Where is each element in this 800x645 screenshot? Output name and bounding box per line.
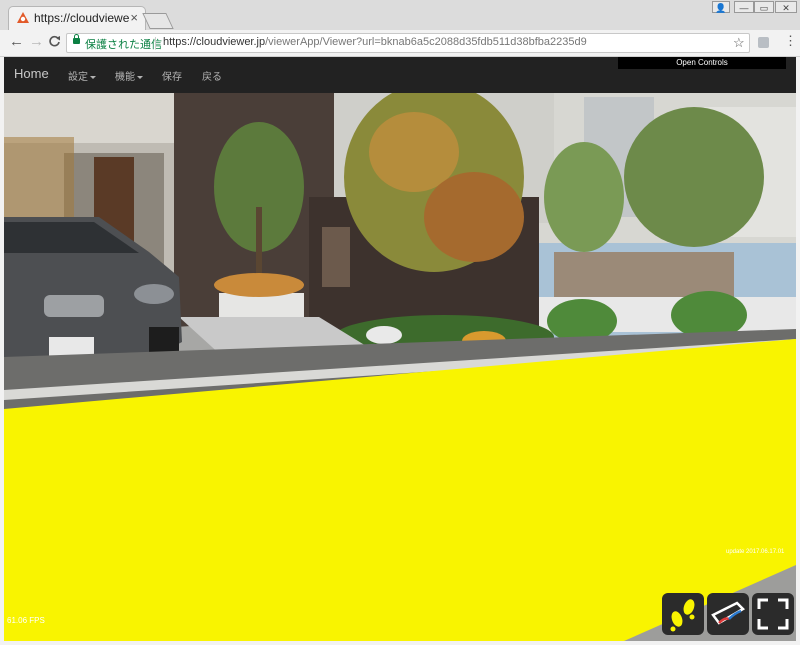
divider [155, 37, 156, 49]
functions-menu[interactable]: 機能 [115, 68, 143, 83]
vr-goggles-icon [711, 601, 746, 625]
url-path: /viewerApp/Viewer?url=bknab6a5c2088d35fd… [265, 36, 587, 48]
version-label: update 2017.06.17.01 [726, 549, 785, 555]
url-text[interactable]: https://cloudviewer.jp/viewerApp/Viewer?… [163, 36, 587, 48]
browser-toolbar: ← → 保護された通信 https://cloudviewer.jp/viewe… [0, 30, 800, 57]
fullscreen-button[interactable] [752, 593, 794, 635]
open-controls-button[interactable]: Open Controls [618, 57, 786, 69]
functions-menu-label: 機能 [115, 72, 135, 83]
tab-strip: https://cloudviewer.jp × 👤 — ▭ ✕ [0, 0, 800, 30]
address-bar[interactable]: 保護された通信 https://cloudviewer.jp/viewerApp… [66, 33, 750, 53]
back-button[interactable]: ← [9, 34, 24, 50]
site-favicon-icon [17, 12, 29, 23]
secure-label: 保護された通信 [85, 39, 162, 51]
3d-viewer-canvas[interactable]: Home 設定 機能 保存 戻る Open Controls update 20… [4, 57, 796, 641]
settings-menu-label: 設定 [68, 72, 88, 83]
tab-title: https://cloudviewer.jp [34, 11, 129, 25]
forward-button[interactable]: → [29, 34, 44, 50]
new-tab-button[interactable] [142, 13, 174, 29]
settings-menu[interactable]: 設定 [68, 68, 96, 83]
extension-icon[interactable] [758, 37, 769, 48]
url-host: https://cloudviewer.jp [163, 36, 266, 48]
fps-counter: 61.06 FPS [7, 616, 45, 625]
app-navbar: Home 設定 機能 保存 戻る Open Controls [4, 57, 796, 93]
chevron-down-icon [137, 75, 143, 79]
lock-icon [73, 34, 80, 44]
vr-mode-button[interactable] [707, 593, 749, 635]
walk-mode-button[interactable] [662, 593, 704, 635]
browser-window: https://cloudviewer.jp × 👤 — ▭ ✕ ← → 保護さ… [0, 0, 800, 645]
maximize-button[interactable]: ▭ [754, 1, 774, 13]
window-close-button[interactable]: ✕ [775, 1, 797, 13]
back-link[interactable]: 戻る [202, 68, 222, 83]
chevron-down-icon [90, 75, 96, 79]
home-link[interactable]: Home [14, 66, 49, 81]
tab-close-icon[interactable]: × [130, 10, 138, 25]
minimize-button[interactable]: — [734, 1, 754, 13]
browser-tab[interactable]: https://cloudviewer.jp × [8, 6, 146, 30]
save-link[interactable]: 保存 [162, 68, 182, 83]
fullscreen-icon [757, 598, 789, 630]
profile-icon[interactable]: 👤 [712, 1, 730, 13]
footsteps-icon [670, 599, 695, 632]
rendered-scene [4, 57, 796, 641]
bookmark-star-icon[interactable]: ☆ [733, 35, 745, 51]
browser-menu-icon[interactable]: ⋮ [784, 34, 797, 47]
reload-icon[interactable] [48, 35, 61, 48]
